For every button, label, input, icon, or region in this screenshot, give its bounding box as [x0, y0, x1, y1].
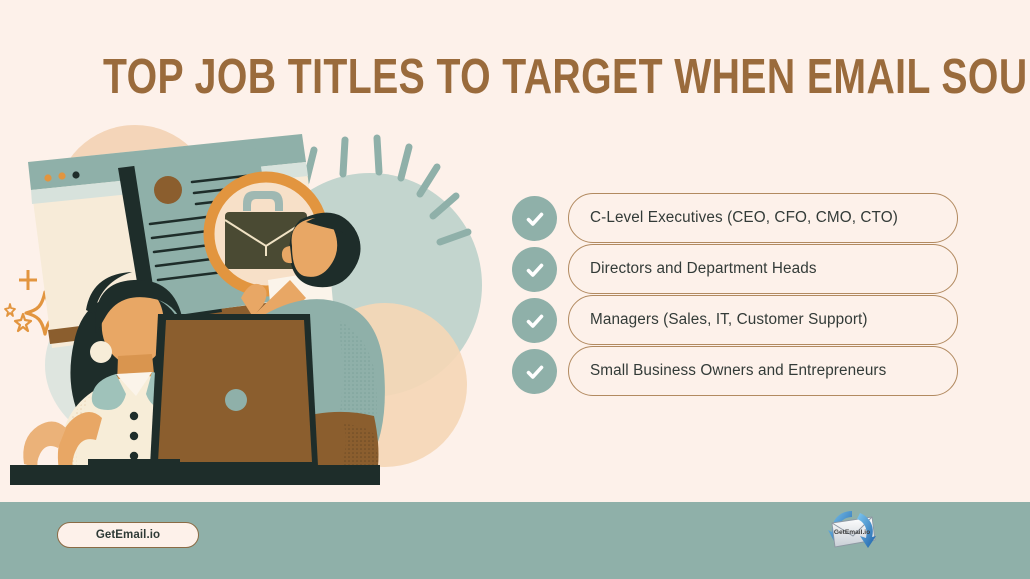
list-item-label: C-Level Executives (CEO, CFO, CMO, CTO) — [568, 193, 958, 243]
infographic-canvas: TOP JOB TITLES TO TARGET WHEN EMAIL SOUR… — [0, 0, 1030, 579]
list-item[interactable]: C-Level Executives (CEO, CFO, CMO, CTO) — [512, 193, 972, 243]
list-item-label: Directors and Department Heads — [568, 244, 958, 294]
check-circle-icon — [512, 298, 557, 343]
list-item-label: Managers (Sales, IT, Customer Support) — [568, 295, 958, 345]
page-title: TOP JOB TITLES TO TARGET WHEN EMAIL SOUR… — [103, 50, 1030, 104]
check-circle-icon — [512, 196, 557, 241]
logo-text: GetEmail.io — [834, 529, 870, 536]
check-circle-icon — [512, 247, 557, 292]
list-item[interactable]: Managers (Sales, IT, Customer Support) — [512, 295, 972, 345]
brand-label: GetEmail.io — [95, 529, 161, 541]
email-sourcing-illustration — [0, 120, 500, 495]
laptop — [150, 314, 318, 466]
check-circle-icon — [512, 349, 557, 394]
list-item[interactable]: Small Business Owners and Entrepreneurs — [512, 346, 972, 396]
list-item-label: Small Business Owners and Entrepreneurs — [568, 346, 958, 396]
getemail-envelope-logo[interactable]: GetEmail.io — [826, 507, 878, 555]
list-item[interactable]: Directors and Department Heads — [512, 244, 972, 294]
job-titles-list: C-Level Executives (CEO, CFO, CMO, CTO) … — [512, 193, 972, 397]
brand-pill[interactable]: GetEmail.io — [57, 522, 199, 548]
